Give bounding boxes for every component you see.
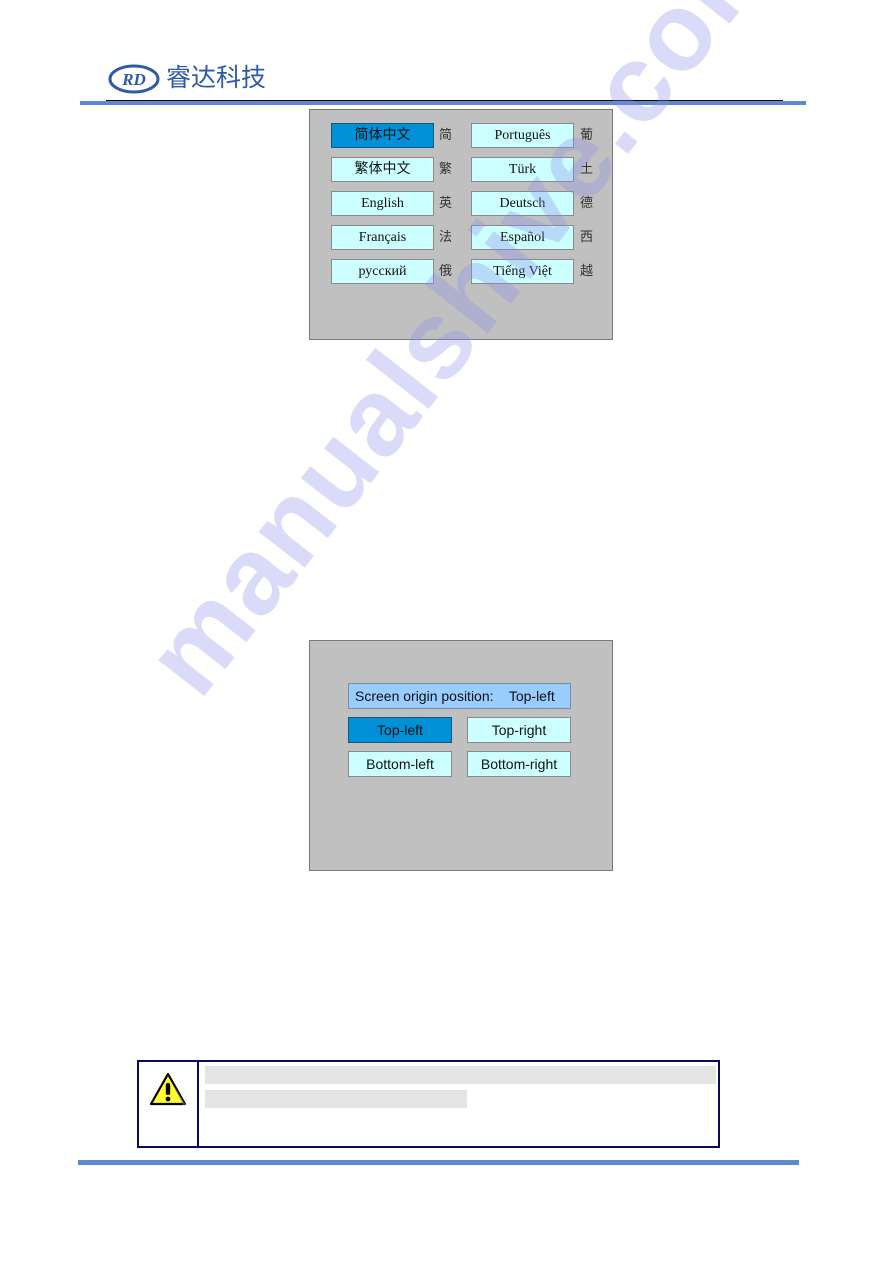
language-button-simplified-chinese[interactable]: 简体中文 <box>331 123 434 148</box>
language-abbr: 越 <box>580 264 594 279</box>
header-rule <box>80 101 806 105</box>
language-button-turkish[interactable]: Türk <box>471 157 574 182</box>
origin-bottom-right-button[interactable]: Bottom-right <box>467 751 571 777</box>
origin-top-right-button[interactable]: Top-right <box>467 717 571 743</box>
language-button-spanish[interactable]: Español <box>471 225 574 250</box>
footer-rule <box>78 1160 799 1165</box>
language-button-english[interactable]: English <box>331 191 434 216</box>
language-panel: 简体中文 简 繁体中文 繁 English 英 Français 法 русск… <box>309 109 613 340</box>
language-button-vietnamese[interactable]: Tiếng Việt <box>471 259 574 284</box>
language-abbr: 葡 <box>580 128 594 143</box>
language-abbr: 简 <box>439 128 453 143</box>
language-button-french[interactable]: Français <box>331 225 434 250</box>
screen-origin-panel: Screen origin position: Top-left Top-lef… <box>309 640 613 871</box>
language-abbr: 德 <box>580 196 594 211</box>
language-button-traditional-chinese[interactable]: 繁体中文 <box>331 157 434 182</box>
watermark: manualshive.com <box>121 0 806 717</box>
language-abbr: 法 <box>439 230 453 245</box>
warning-text-redacted-line <box>205 1066 716 1084</box>
language-abbr: 繁 <box>439 162 453 177</box>
language-abbr: 西 <box>580 230 594 245</box>
language-button-german[interactable]: Deutsch <box>471 191 574 216</box>
language-button-russian[interactable]: русский <box>331 259 434 284</box>
company-name: 睿达科技 <box>166 63 267 92</box>
screen-origin-label: Screen origin position: Top-left <box>348 683 571 709</box>
logo-mark-text: RD <box>121 70 146 89</box>
warning-icon-cell <box>139 1062 199 1146</box>
language-button-portuguese[interactable]: Português <box>471 123 574 148</box>
warning-text-redacted-line <box>205 1090 467 1108</box>
warning-box <box>137 1060 720 1148</box>
language-abbr: 英 <box>439 196 453 211</box>
warning-triangle-icon <box>149 1072 187 1106</box>
origin-top-left-button[interactable]: Top-left <box>348 717 452 743</box>
language-abbr: 土 <box>580 162 594 177</box>
language-abbr: 俄 <box>439 264 453 279</box>
rd-logo-icon: RD <box>108 64 160 94</box>
origin-bottom-left-button[interactable]: Bottom-left <box>348 751 452 777</box>
